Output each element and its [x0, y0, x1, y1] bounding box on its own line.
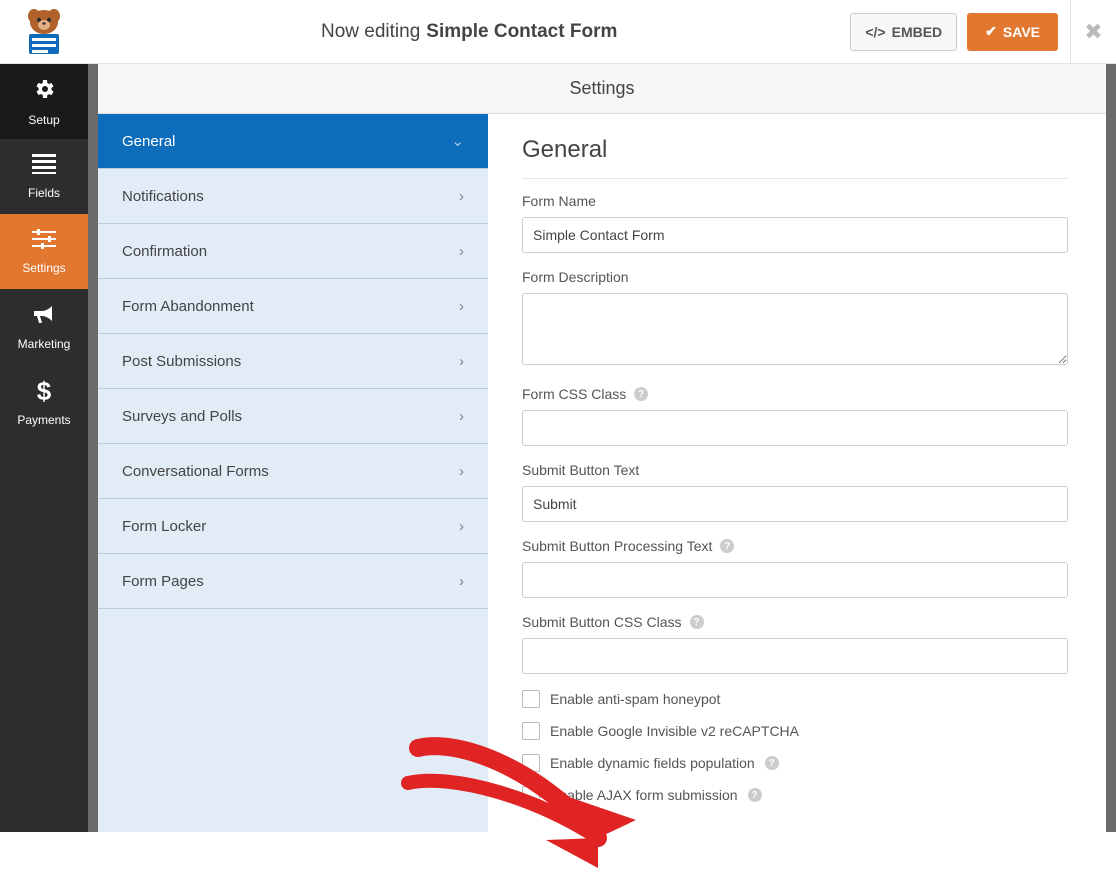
form-css-class-input[interactable] — [522, 410, 1068, 446]
embed-button[interactable]: </> EMBED — [850, 13, 957, 51]
check-dynamic-fields[interactable]: Enable dynamic fields population ? — [522, 754, 1068, 772]
check-icon: ✔ — [985, 23, 997, 40]
help-icon[interactable]: ? — [720, 539, 734, 553]
general-heading: General — [522, 136, 1068, 179]
chevron-right-icon: › — [459, 408, 464, 425]
nav-label: Fields — [28, 186, 60, 200]
checkbox-label: Enable Google Invisible v2 reCAPTCHA — [550, 723, 799, 739]
nav-setup[interactable]: Setup — [0, 64, 88, 139]
nav-label: Setup — [28, 113, 59, 127]
panel-title: Settings — [98, 64, 1106, 114]
sidebar-item-surveys-polls[interactable]: Surveys and Polls › — [98, 389, 488, 444]
sidebar-item-label: Post Submissions — [122, 353, 241, 370]
sidebar-item-form-locker[interactable]: Form Locker › — [98, 499, 488, 554]
submit-button-processing-text-input[interactable] — [522, 562, 1068, 598]
bullhorn-icon — [32, 303, 56, 331]
left-nav: Setup Fields Settings Marketing $ Paymen… — [0, 64, 88, 832]
help-icon[interactable]: ? — [634, 387, 648, 401]
nav-payments[interactable]: $ Payments — [0, 364, 88, 439]
sidebar-item-label: Form Pages — [122, 573, 204, 590]
sidebar-item-post-submissions[interactable]: Post Submissions › — [98, 334, 488, 389]
nav-label: Settings — [22, 261, 65, 275]
app-logo — [0, 0, 88, 64]
checkbox-label: Enable AJAX form submission — [550, 787, 738, 803]
nav-marketing[interactable]: Marketing — [0, 289, 88, 364]
gear-icon — [32, 77, 56, 107]
submit-button-css-class-input[interactable] — [522, 638, 1068, 674]
sidebar-item-label: Form Locker — [122, 518, 206, 535]
dynamic-fields-checkbox[interactable] — [522, 754, 540, 772]
nav-label: Marketing — [18, 337, 71, 351]
honeypot-checkbox[interactable] — [522, 690, 540, 708]
bear-logo-icon — [17, 8, 71, 56]
sliders-icon — [32, 229, 56, 255]
sidebar-item-label: Form Abandonment — [122, 298, 254, 315]
dollar-icon: $ — [37, 376, 51, 407]
settings-general-panel: General Form Name Form Description Form … — [488, 114, 1106, 832]
nav-fields[interactable]: Fields — [0, 139, 88, 214]
sidebar-item-notifications[interactable]: Notifications › — [98, 169, 488, 224]
check-honeypot[interactable]: Enable anti-spam honeypot — [522, 690, 1068, 708]
help-icon[interactable]: ? — [765, 756, 779, 770]
sidebar-item-confirmation[interactable]: Confirmation › — [98, 224, 488, 279]
form-description-input[interactable] — [522, 293, 1068, 365]
chevron-right-icon: › — [459, 463, 464, 480]
check-ajax-submission[interactable]: Enable AJAX form submission ? — [522, 786, 1068, 804]
form-description-label: Form Description — [522, 269, 1068, 285]
sidebar-item-label: General — [122, 133, 175, 150]
sidebar-item-label: Confirmation — [122, 243, 207, 260]
submit-button-text-input[interactable] — [522, 486, 1068, 522]
submit-button-processing-text-label: Submit Button Processing Text — [522, 538, 712, 554]
settings-sidebar: General ⌄ Notifications › Confirmation ›… — [98, 114, 488, 832]
checkbox-label: Enable anti-spam honeypot — [550, 691, 720, 707]
chevron-right-icon: › — [459, 353, 464, 370]
ajax-submission-checkbox[interactable] — [522, 786, 540, 804]
chevron-right-icon: › — [459, 518, 464, 535]
recaptcha-checkbox[interactable] — [522, 722, 540, 740]
sidebar-item-conversational-forms[interactable]: Conversational Forms › — [98, 444, 488, 499]
chevron-right-icon: › — [459, 243, 464, 260]
chevron-down-icon: ⌄ — [451, 132, 464, 150]
submit-button-text-label: Submit Button Text — [522, 462, 1068, 478]
sidebar-item-form-abandonment[interactable]: Form Abandonment › — [98, 279, 488, 334]
form-name-input[interactable] — [522, 217, 1068, 253]
sidebar-item-general[interactable]: General ⌄ — [98, 114, 488, 169]
sidebar-item-form-pages[interactable]: Form Pages › — [98, 554, 488, 609]
nav-settings[interactable]: Settings — [0, 214, 88, 289]
help-icon[interactable]: ? — [690, 615, 704, 629]
checkbox-label: Enable dynamic fields population — [550, 755, 755, 771]
form-name-label: Form Name — [522, 193, 1068, 209]
help-icon[interactable]: ? — [748, 788, 762, 802]
submit-button-css-class-label: Submit Button CSS Class — [522, 614, 682, 630]
code-icon: </> — [865, 24, 885, 40]
chevron-right-icon: › — [459, 188, 464, 205]
form-css-class-label: Form CSS Class — [522, 386, 626, 402]
sidebar-item-label: Conversational Forms — [122, 463, 269, 480]
chevron-right-icon: › — [459, 573, 464, 590]
sidebar-item-label: Notifications — [122, 188, 204, 205]
check-recaptcha[interactable]: Enable Google Invisible v2 reCAPTCHA — [522, 722, 1068, 740]
close-button[interactable]: ✖ — [1070, 0, 1116, 64]
editing-prefix: Now editing — [321, 21, 420, 43]
editing-name: Simple Contact Form — [426, 21, 617, 43]
nav-label: Payments — [17, 413, 70, 427]
list-icon — [32, 154, 56, 180]
editing-title: Now editing Simple Contact Form — [88, 21, 850, 43]
save-button[interactable]: ✔ SAVE — [967, 13, 1058, 51]
topbar: Now editing Simple Contact Form </> EMBE… — [0, 0, 1116, 64]
close-icon: ✖ — [1084, 19, 1102, 45]
chevron-right-icon: › — [459, 298, 464, 315]
sidebar-item-label: Surveys and Polls — [122, 408, 242, 425]
